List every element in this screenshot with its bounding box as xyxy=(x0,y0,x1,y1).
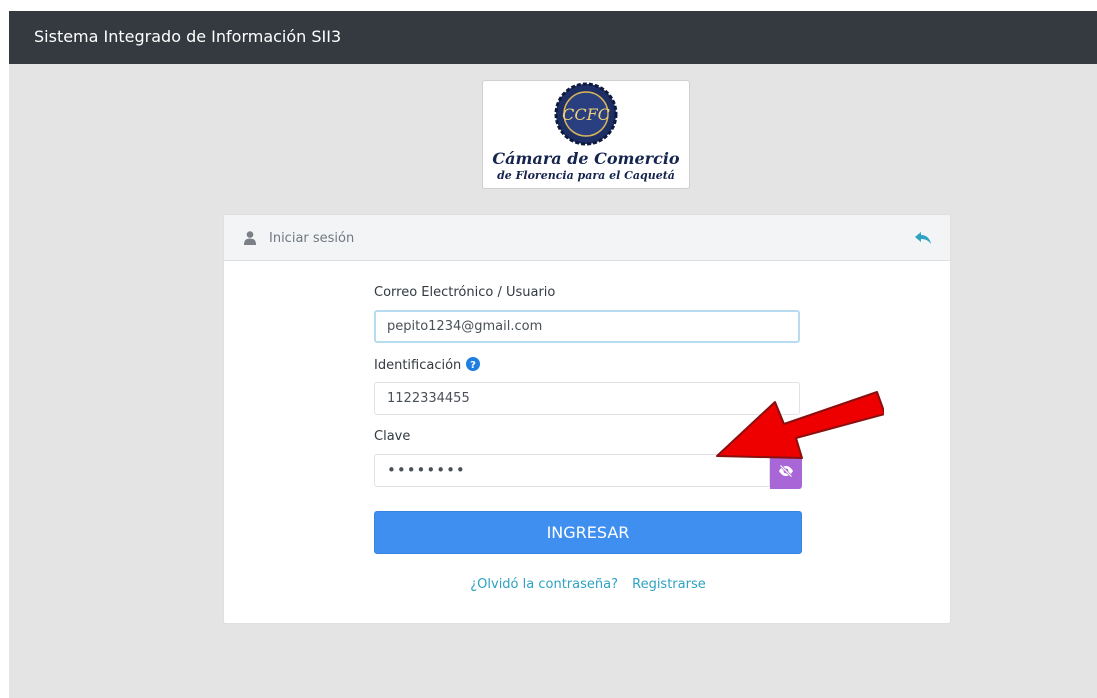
login-card-header: Iniciar sesión xyxy=(224,215,950,261)
password-input[interactable]: •••••••• xyxy=(374,454,770,487)
email-input[interactable]: pepito1234@gmail.com xyxy=(374,310,800,343)
email-label: Correo Electrónico / Usuario xyxy=(374,285,556,300)
question-circle-icon[interactable]: ? xyxy=(466,357,481,375)
login-header-title: Iniciar sesión xyxy=(269,231,355,246)
annotation-arrow xyxy=(716,391,884,459)
chamber-logo: CCFC Cámara de Comercio de Florencia par… xyxy=(482,80,690,189)
top-navbar: Sistema Integrado de Información SII3 xyxy=(9,11,1097,64)
page-background: Sistema Integrado de Información SII3 CC… xyxy=(9,11,1097,698)
login-submit-button[interactable]: INGRESAR xyxy=(374,511,802,554)
id-label: Identificación? xyxy=(374,357,481,375)
logo-monogram: CCFC xyxy=(562,105,610,124)
id-label-text: Identificación xyxy=(374,358,462,373)
logo-emblem-icon: CCFC xyxy=(554,82,618,146)
login-links: ¿Olvidó la contraseña? Registrarse xyxy=(374,577,802,592)
user-icon xyxy=(244,230,256,249)
register-link[interactable]: Registrarse xyxy=(632,577,706,592)
forgot-password-link[interactable]: ¿Olvidó la contraseña? xyxy=(470,577,618,592)
logo-line1: Cámara de Comercio xyxy=(492,149,679,168)
app-title: Sistema Integrado de Información SII3 xyxy=(34,27,342,46)
password-label: Clave xyxy=(374,429,411,444)
logo-line2: de Florencia para el Caquetá xyxy=(497,169,675,182)
svg-text:?: ? xyxy=(470,360,476,371)
reply-icon[interactable] xyxy=(914,230,932,249)
